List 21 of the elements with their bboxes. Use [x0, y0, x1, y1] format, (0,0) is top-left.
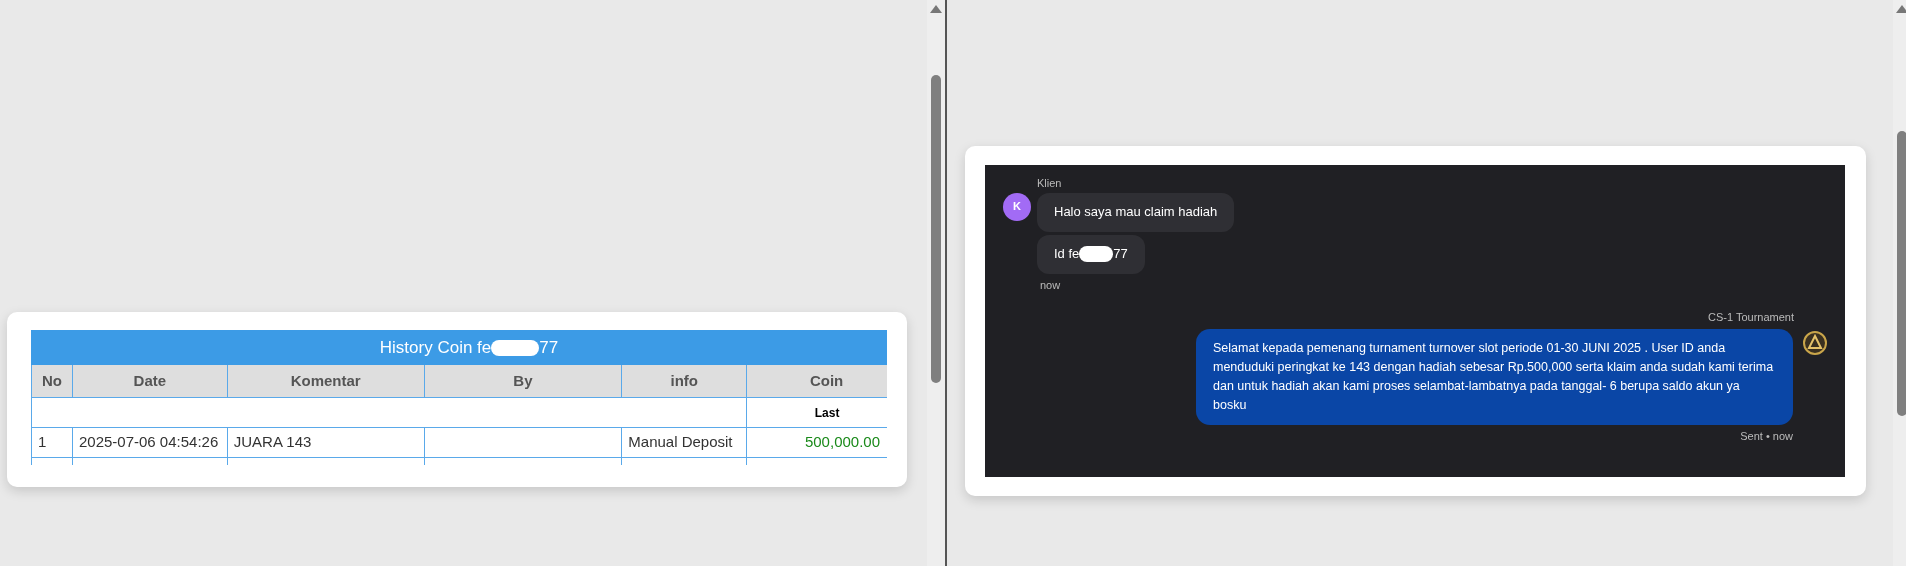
message-text: Id fe — [1054, 245, 1080, 264]
message-bubble: Selamat kepada pemenang turnament turnover slot periode 01-30 JUNI 2025 . User ID anda menduduki peringkat ke 143 dengan hadiah sebesar Rp.500,000 serta klaim anda sudah kami terima dan untuk hadiah akan kami proses selambat-lambatnya pada tanggal- 6 berupa saldo akun ya bosku — [1196, 328, 1793, 425]
subheader-cell-text: Last — [813, 404, 841, 422]
scrollbar-thumb[interactable] — [931, 75, 941, 383]
sender-name: Klien — [1037, 176, 1062, 191]
scroll-up-icon[interactable] — [1896, 5, 1906, 13]
table-title-text: History Coin fe — [379, 336, 492, 359]
table-title-text: 77 — [539, 336, 559, 359]
scrollbar-thumb[interactable] — [1897, 131, 1906, 416]
scroll-up-icon[interactable] — [930, 5, 942, 13]
avatar: K — [1003, 192, 1031, 221]
message-text: Halo saya mau claim hadiah — [1054, 203, 1218, 222]
emblem-icon — [1803, 330, 1827, 355]
timestamp: now — [1040, 277, 1061, 293]
redaction-mark — [1079, 246, 1114, 262]
message-status: Sent • now — [1740, 428, 1793, 444]
message-text: 77 — [1113, 245, 1128, 264]
sender-name: CS-1 Tournament — [1708, 310, 1794, 325]
redaction-mark — [491, 339, 540, 356]
scrollbar[interactable] — [1893, 0, 1906, 566]
scrollbar[interactable] — [927, 0, 945, 566]
